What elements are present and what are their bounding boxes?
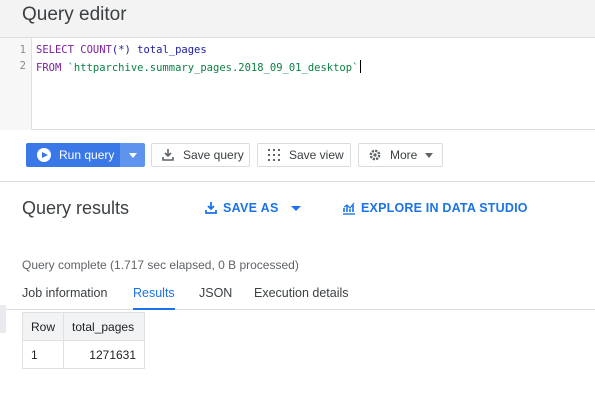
chevron-down-icon xyxy=(290,205,301,211)
save-view-button[interactable]: Save view xyxy=(257,143,351,167)
code-token: SELECT xyxy=(36,44,81,56)
code-token: `httparchive.summary_pages.2018_09_01_de… xyxy=(67,62,359,74)
side-panel-edge xyxy=(0,305,6,333)
run-query-button[interactable]: Run query xyxy=(26,143,120,167)
results-title: Query results xyxy=(22,198,130,218)
tab-execution-details[interactable]: Execution details xyxy=(254,286,349,310)
more-label: More xyxy=(390,148,418,162)
table-header-row: Row total_pages xyxy=(21,312,146,341)
line-number: 2 xyxy=(19,60,26,72)
page-title: Query editor xyxy=(22,4,127,25)
code-token: FROM xyxy=(36,62,68,74)
results-tabs: Job information Results JSON Execution d… xyxy=(0,280,595,310)
code-line[interactable]: FROM `httparchive.summary_pages.2018_09_… xyxy=(36,60,362,74)
grid-view-icon xyxy=(267,148,281,162)
save-query-button[interactable]: Save query xyxy=(151,143,250,167)
code-token: COUNT xyxy=(80,44,112,56)
more-button[interactable]: More xyxy=(358,143,443,167)
run-options-dropdown[interactable] xyxy=(120,143,145,167)
code-token: (*) total_pages xyxy=(111,44,207,56)
table-cell-total-pages: 1271631 xyxy=(63,340,146,369)
chevron-down-icon xyxy=(128,152,137,158)
save-as-button[interactable]: SAVE AS xyxy=(204,201,301,215)
gear-icon xyxy=(368,148,382,162)
tab-json[interactable]: JSON xyxy=(199,286,232,310)
table-row: 1 1271631 xyxy=(21,340,146,369)
query-status: Query complete (1.717 sec elapsed, 0 B p… xyxy=(22,258,299,272)
chevron-down-icon xyxy=(425,152,434,158)
save-view-label: Save view xyxy=(289,148,344,162)
tab-results[interactable]: Results xyxy=(133,286,175,310)
line-number: 1 xyxy=(19,44,26,56)
line-number-gutter: 1 2 xyxy=(0,38,32,130)
code-line[interactable]: SELECT COUNT(*) total_pages xyxy=(36,44,207,56)
results-header: Query results SAVE AS EXPLORE IN DATA ST… xyxy=(0,182,595,232)
save-as-label: SAVE AS xyxy=(223,201,279,215)
explore-data-studio-button[interactable]: EXPLORE IN DATA STUDIO xyxy=(342,201,528,215)
title-bar: Query editor xyxy=(0,0,595,38)
text-cursor xyxy=(360,60,362,73)
play-icon xyxy=(37,148,51,162)
run-query-label: Run query xyxy=(59,148,115,162)
chart-icon xyxy=(342,201,356,215)
column-header-total-pages: total_pages xyxy=(63,312,146,341)
save-query-label: Save query xyxy=(183,148,244,162)
table-cell-row-number: 1 xyxy=(21,340,65,369)
explore-label: EXPLORE IN DATA STUDIO xyxy=(361,201,528,215)
query-editor[interactable]: 1 2 SELECT COUNT(*) total_pages FROM `ht… xyxy=(0,38,595,130)
results-table: Row total_pages 1 1271631 xyxy=(21,312,146,369)
download-icon xyxy=(204,201,218,215)
tab-job-information[interactable]: Job information xyxy=(22,286,107,310)
query-toolbar: Run query Save query Save view More xyxy=(0,130,595,182)
download-icon xyxy=(161,148,175,162)
column-header-row: Row xyxy=(21,312,65,341)
